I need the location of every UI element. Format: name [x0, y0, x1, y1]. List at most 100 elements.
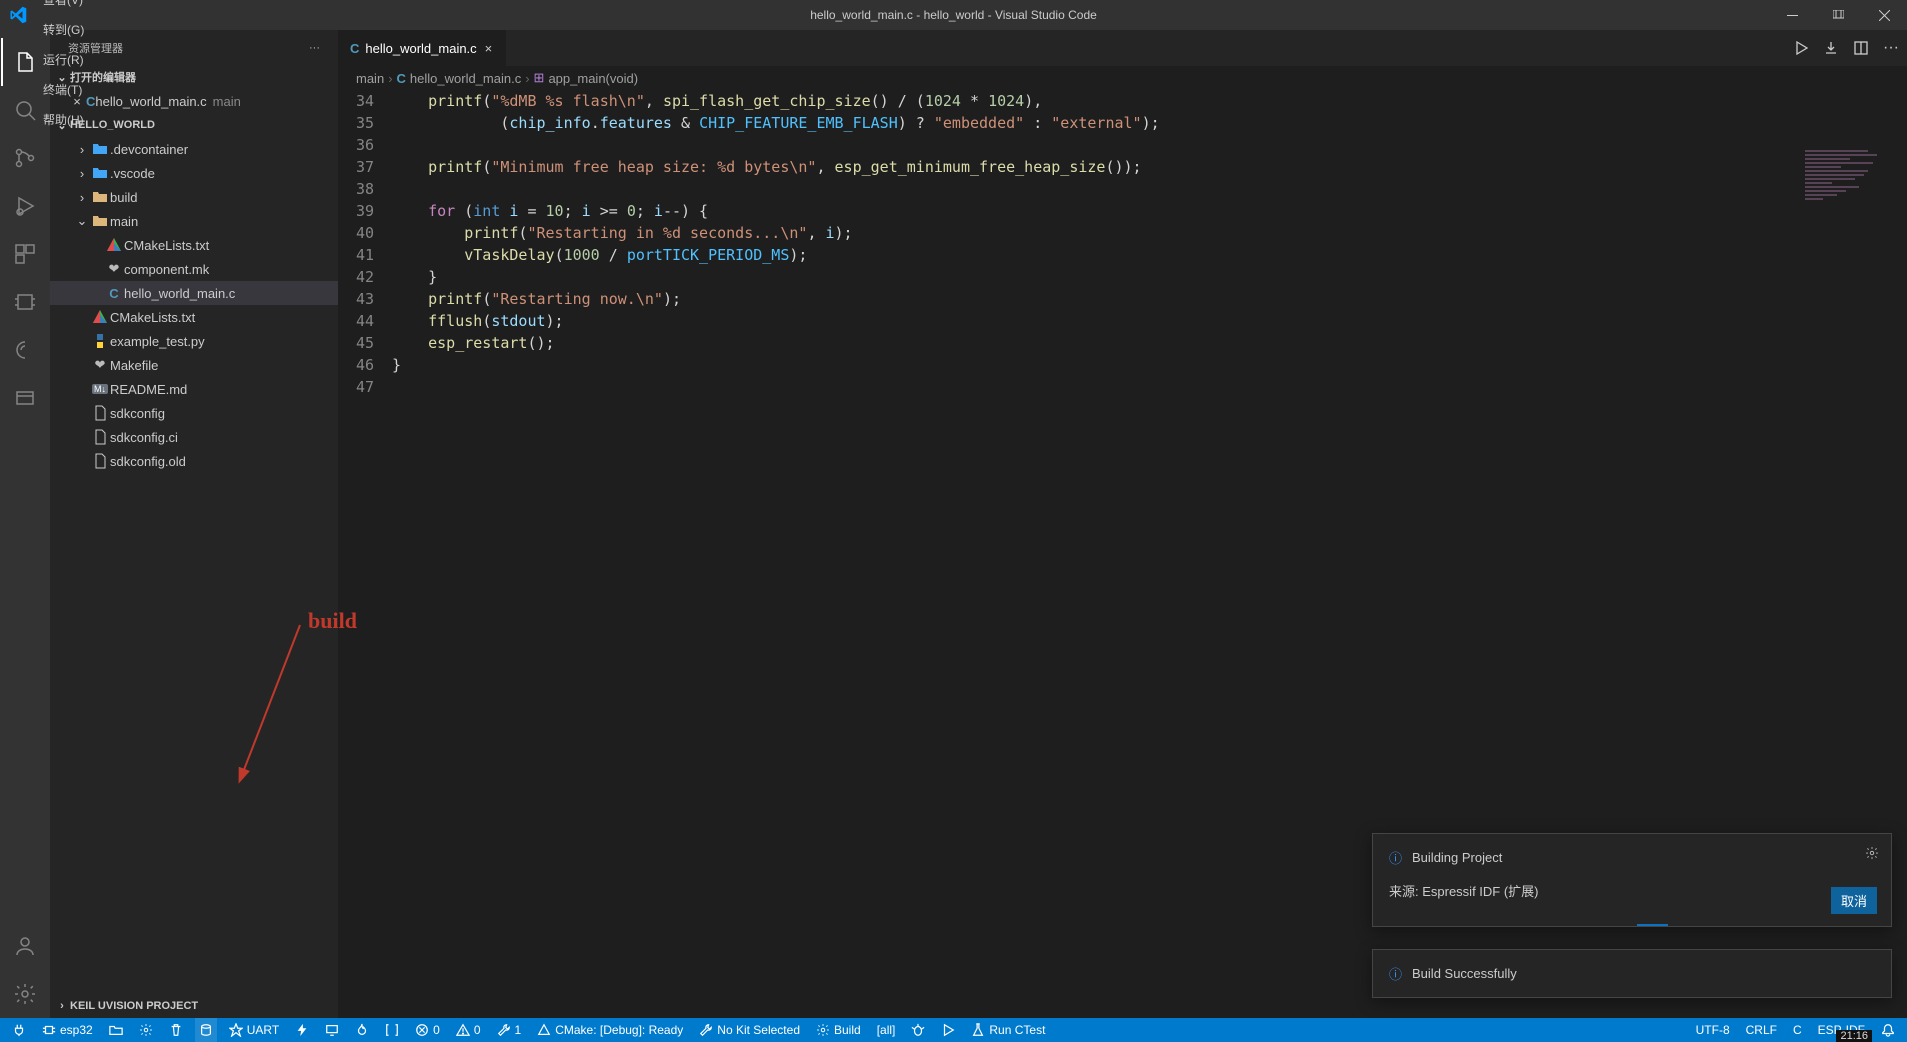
- open-editors-section[interactable]: ⌄打开的编辑器: [50, 65, 338, 89]
- trash-icon: [169, 1023, 183, 1037]
- annotation-text: build: [308, 608, 357, 634]
- cmake-icon: [90, 309, 110, 325]
- gear-icon[interactable]: [1865, 846, 1879, 860]
- maximize-button[interactable]: [1815, 0, 1861, 30]
- status-language[interactable]: C: [1789, 1018, 1806, 1042]
- folder-item[interactable]: ›build: [50, 185, 338, 209]
- split-icon[interactable]: [1853, 40, 1869, 56]
- c-file-icon: C: [350, 41, 359, 56]
- status-folder[interactable]: [105, 1018, 127, 1042]
- source-control-icon[interactable]: [1, 134, 49, 182]
- file-item[interactable]: M↓README.md: [50, 377, 338, 401]
- file-item[interactable]: ❤Makefile: [50, 353, 338, 377]
- c-file-icon: C: [397, 71, 406, 86]
- editor-area: C hello_world_main.c × ··· main› C hello…: [338, 30, 1907, 1018]
- status-eol[interactable]: CRLF: [1742, 1018, 1781, 1042]
- title-bar: 文件(F)编辑(E)选择(S)查看(V)转到(G)运行(R)终端(T)帮助(H)…: [0, 0, 1907, 30]
- notification-building: ⓘBuilding Project 来源: Espressif IDF (扩展)…: [1372, 833, 1892, 927]
- status-target-all[interactable]: [all]: [873, 1018, 900, 1042]
- file-tree: ›.devcontainer›.vscode›build⌄mainCMakeLi…: [50, 137, 338, 473]
- mk-icon: ❤: [104, 261, 124, 277]
- status-warnings[interactable]: 0: [452, 1018, 485, 1042]
- status-terminal[interactable]: [381, 1018, 403, 1042]
- run-debug-icon[interactable]: [1, 182, 49, 230]
- info-icon: ⓘ: [1389, 848, 1402, 867]
- play-icon: [941, 1023, 955, 1037]
- folder-yellow-icon: [90, 213, 110, 229]
- search-icon[interactable]: [1, 86, 49, 134]
- folder-item[interactable]: ⌄main: [50, 209, 338, 233]
- cancel-button[interactable]: 取消: [1831, 887, 1877, 914]
- plug-icon: [12, 1023, 26, 1037]
- file-item[interactable]: ❤component.mk: [50, 257, 338, 281]
- minimap[interactable]: [1805, 150, 1895, 250]
- status-ctest[interactable]: Run CTest: [967, 1018, 1049, 1042]
- status-encoding[interactable]: UTF-8: [1692, 1018, 1734, 1042]
- breadcrumbs[interactable]: main› C hello_world_main.c› ⊞ app_main(v…: [338, 66, 1907, 90]
- espressif-icon[interactable]: [1, 278, 49, 326]
- file-item[interactable]: sdkconfig.ci: [50, 425, 338, 449]
- more-icon[interactable]: ···: [309, 42, 320, 54]
- status-cmake[interactable]: CMake: [Debug]: Ready: [533, 1018, 687, 1042]
- status-kit[interactable]: No Kit Selected: [695, 1018, 804, 1042]
- status-target[interactable]: esp32: [38, 1018, 97, 1042]
- file-item[interactable]: sdkconfig: [50, 401, 338, 425]
- status-sdkconfig[interactable]: [135, 1018, 157, 1042]
- explorer-icon[interactable]: [1, 38, 49, 86]
- monitor-icon: [325, 1023, 339, 1037]
- sidebar: 资源管理器 ··· ⌄打开的编辑器 × C hello_world_main.c…: [50, 30, 338, 1018]
- close-icon[interactable]: ×: [483, 39, 495, 58]
- open-editor-item[interactable]: × C hello_world_main.c main: [50, 89, 338, 113]
- errors-icon: [415, 1023, 429, 1037]
- file-item[interactable]: example_test.py: [50, 329, 338, 353]
- status-flash[interactable]: [291, 1018, 313, 1042]
- status-flash-method[interactable]: UART: [225, 1018, 283, 1042]
- minimize-button[interactable]: [1769, 0, 1815, 30]
- keil-icon[interactable]: [1, 374, 49, 422]
- warnings-icon: [456, 1023, 470, 1037]
- status-cmake-build[interactable]: Build: [812, 1018, 865, 1042]
- manage-gear-icon[interactable]: [1, 970, 49, 1018]
- file-item[interactable]: Chello_world_main.c: [50, 281, 338, 305]
- keil-section[interactable]: ›KEIL UVISION PROJECT: [50, 994, 338, 1018]
- status-port[interactable]: [8, 1018, 30, 1042]
- status-monitor[interactable]: [321, 1018, 343, 1042]
- folder-item[interactable]: ›.devcontainer: [50, 137, 338, 161]
- download-icon[interactable]: [1823, 40, 1839, 56]
- md-icon: M↓: [90, 384, 110, 394]
- flame-icon: [355, 1023, 369, 1037]
- status-build[interactable]: [195, 1018, 217, 1042]
- folder-item[interactable]: ›.vscode: [50, 161, 338, 185]
- radar-icon[interactable]: [1, 326, 49, 374]
- c-icon: C: [104, 286, 124, 301]
- extensions-icon[interactable]: [1, 230, 49, 278]
- file-item[interactable]: CMakeLists.txt: [50, 233, 338, 257]
- account-icon[interactable]: [1, 922, 49, 970]
- notifications-area: ⓘBuilding Project 来源: Espressif IDF (扩展)…: [1372, 833, 1892, 998]
- status-run[interactable]: [937, 1018, 959, 1042]
- status-errors[interactable]: 0: [411, 1018, 444, 1042]
- status-notifications[interactable]: [1877, 1018, 1899, 1042]
- project-section[interactable]: ⌄HELLO_WORLD: [50, 113, 338, 137]
- editor-tab[interactable]: C hello_world_main.c ×: [338, 30, 507, 66]
- status-debug[interactable]: [907, 1018, 929, 1042]
- activity-bar: [0, 30, 50, 1018]
- flask-icon: [971, 1023, 985, 1037]
- status-build-flash-monitor[interactable]: [351, 1018, 373, 1042]
- vscode-logo-icon: [0, 6, 35, 24]
- wrench2-icon: [699, 1023, 713, 1037]
- more-icon[interactable]: ···: [1883, 39, 1899, 57]
- notification-success: ⓘBuild Successfully: [1372, 949, 1892, 998]
- mk-icon: ❤: [90, 357, 110, 373]
- file-item[interactable]: sdkconfig.old: [50, 449, 338, 473]
- status-ports[interactable]: 1: [493, 1018, 526, 1042]
- run-icon[interactable]: [1793, 40, 1809, 56]
- menu-item[interactable]: 查看(V): [35, 0, 92, 15]
- file-item[interactable]: CMakeLists.txt: [50, 305, 338, 329]
- generic-icon: [90, 405, 110, 421]
- chip-icon: [42, 1023, 56, 1037]
- close-button[interactable]: [1861, 0, 1907, 30]
- status-clean[interactable]: [165, 1018, 187, 1042]
- info-icon: ⓘ: [1389, 964, 1402, 983]
- wrench-icon: [497, 1023, 511, 1037]
